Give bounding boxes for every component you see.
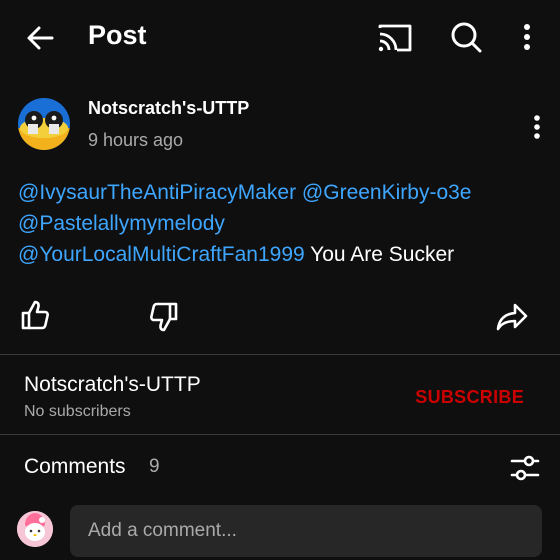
- share-icon[interactable]: [494, 300, 530, 334]
- back-arrow-icon[interactable]: [22, 20, 58, 56]
- post-text: You Are Sucker: [310, 243, 455, 266]
- post-more-icon[interactable]: [528, 112, 546, 142]
- divider: [0, 434, 560, 435]
- mention-link[interactable]: @Pastelallymymelody: [18, 212, 225, 235]
- subscriber-count: No subscribers: [24, 403, 131, 420]
- divider: [0, 354, 560, 355]
- channel-name[interactable]: Notscratch's-UTTP: [24, 373, 201, 397]
- author-avatar[interactable]: [18, 98, 70, 150]
- post-actions: [0, 296, 560, 336]
- comment-box: [70, 505, 542, 557]
- post-header: Notscratch's-UTTP 9 hours ago: [0, 88, 560, 164]
- mention-link[interactable]: @IvysaurTheAntiPiracyMaker: [18, 181, 296, 204]
- mention-link[interactable]: @GreenKirby-o3e: [302, 181, 472, 204]
- user-avatar[interactable]: [17, 511, 53, 547]
- page-title: Post: [88, 20, 147, 50]
- subscribe-button[interactable]: SUBSCRIBE: [415, 387, 524, 408]
- dislike-icon[interactable]: [147, 300, 181, 334]
- mention-link[interactable]: @YourLocalMultiCraftFan1999: [18, 243, 305, 266]
- comments-count: 9: [149, 456, 160, 477]
- like-icon[interactable]: [18, 298, 52, 332]
- comment-input[interactable]: [70, 505, 542, 557]
- more-vert-icon[interactable]: [514, 20, 540, 54]
- post-author[interactable]: Notscratch's-UTTP: [88, 98, 249, 119]
- sort-filter-icon[interactable]: [508, 452, 542, 484]
- top-app-bar: Post: [0, 0, 560, 72]
- search-icon[interactable]: [448, 19, 484, 55]
- comments-label: Comments: [24, 455, 126, 478]
- post-content: @IvysaurTheAntiPiracyMaker @GreenKirby-o…: [18, 177, 548, 270]
- cast-icon[interactable]: [376, 20, 414, 56]
- post-timestamp: 9 hours ago: [88, 130, 184, 150]
